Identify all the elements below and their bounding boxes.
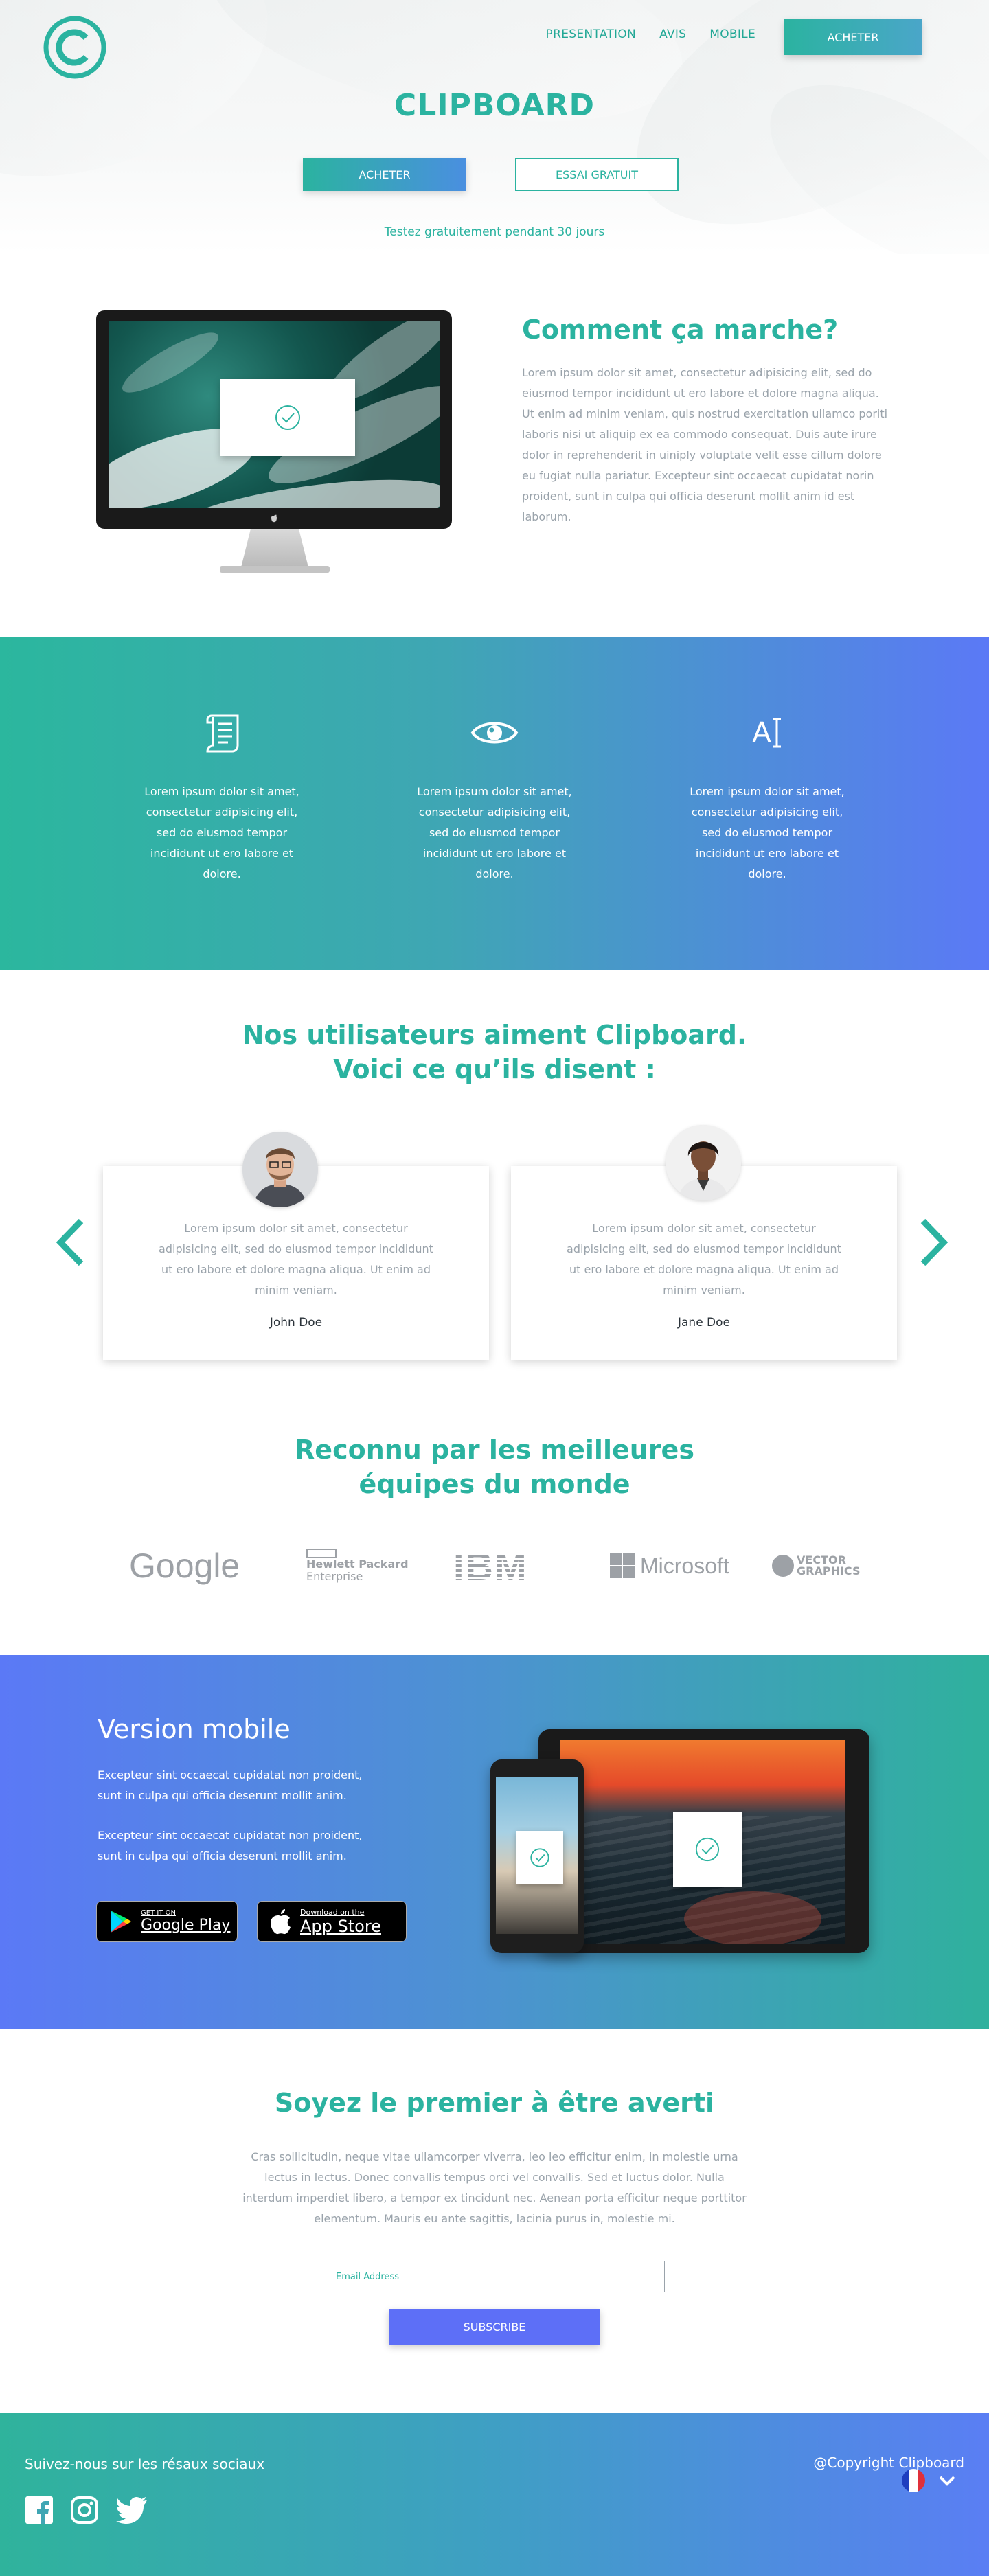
- testimonials-title: Nos utilisateurs aiment Clipboard. Voici…: [0, 1018, 989, 1086]
- facebook-icon[interactable]: [25, 2496, 54, 2524]
- monitor-base: [220, 566, 330, 573]
- email-field[interactable]: [323, 2261, 665, 2292]
- google-logo-text: Google: [129, 1547, 240, 1585]
- document-scroll-icon: [206, 714, 239, 753]
- microsoft-logo-text: Microsoft: [640, 1553, 729, 1578]
- vector-logo-line2: GRAPHICS: [797, 1564, 861, 1577]
- ibm-logo: IBM: [453, 1545, 528, 1586]
- microsoft-logo: Microsoft: [610, 1545, 729, 1586]
- hero-buy-button[interactable]: ACHETER: [303, 158, 466, 191]
- wave-foam: [115, 323, 225, 402]
- vector-graphics-logo: VECTOR GRAPHICS: [772, 1545, 860, 1586]
- hpe-logo-line2: Enterprise: [306, 1570, 363, 1583]
- twitter-icon[interactable]: [115, 2496, 148, 2524]
- i-beam-cursor-icon: [772, 718, 781, 748]
- google-play-text: Google Play: [141, 1917, 231, 1934]
- chevron-left-icon[interactable]: [54, 1218, 88, 1266]
- how-it-works-title: Comment ça marche?: [522, 315, 839, 345]
- testimonial-text: Lorem ipsum dolor sit amet, consectetur …: [159, 1222, 433, 1297]
- instagram-icon[interactable]: [70, 2496, 99, 2524]
- avatar: [242, 1132, 318, 1207]
- text-cursor-letter: A: [752, 717, 771, 749]
- testimonials-title-line1: Nos utilisateurs aiment Clipboard.: [242, 1020, 747, 1050]
- feature-text: Lorem ipsum dolor sit amet, consectetur …: [144, 785, 299, 880]
- brands-title-line1: Reconnu par les meilleures: [295, 1435, 694, 1465]
- eye-icon: [470, 722, 519, 744]
- google-play-button[interactable]: GET IT ON Google Play: [96, 1901, 238, 1942]
- ibm-logo-text: IBM: [453, 1544, 528, 1588]
- feature-item: A Lorem ipsum dolor sit amet, consectetu…: [681, 709, 853, 885]
- features-section: Lorem ipsum dolor sit amet, consectetur …: [0, 637, 989, 970]
- apple-logo-icon: [271, 514, 277, 523]
- free-trial-button[interactable]: ESSAI GRATUIT: [515, 158, 679, 191]
- brands-title: Reconnu par les meilleures équipes du mo…: [0, 1433, 989, 1501]
- feature-text: Lorem ipsum dolor sit amet, consectetur …: [690, 785, 845, 880]
- feature-item: Lorem ipsum dolor sit amet, consectetur …: [136, 709, 308, 885]
- chevron-right-icon[interactable]: [916, 1218, 951, 1266]
- testimonial-text: Lorem ipsum dolor sit amet, consectetur …: [567, 1222, 841, 1297]
- apple-logo-icon: [271, 1909, 291, 1935]
- phone-card: [516, 1831, 563, 1884]
- hpe-logo-line1: Hewlett Packard: [306, 1558, 409, 1571]
- google-logo: Google: [129, 1545, 240, 1586]
- copyright-text: @Copyright Clipboard: [813, 2454, 964, 2471]
- nav-item-avis[interactable]: AVIS: [659, 27, 686, 41]
- follow-us-text: Suivez-nous sur les résaux sociaux: [25, 2456, 265, 2472]
- monitor-illustration: [96, 310, 452, 585]
- how-it-works-text: Lorem ipsum dolor sit amet, consectetur …: [522, 366, 888, 523]
- beach-image: [496, 1777, 578, 1934]
- clipboard-logo-icon[interactable]: [43, 15, 107, 80]
- hpe-rectangle-icon: [306, 1549, 337, 1558]
- google-play-icon: [111, 1911, 131, 1933]
- mobile-title: Version mobile: [98, 1714, 291, 1744]
- nav-item-presentation[interactable]: PRESENTATION: [546, 27, 637, 41]
- sunset-image: [560, 1740, 845, 1944]
- google-play-small-text: GET IT ON: [141, 1909, 176, 1917]
- mobile-text: Excepteur sint occaecat cupidatat non pr…: [98, 1829, 363, 1862]
- hero-subtitle: Testez gratuitement pendant 30 jours: [384, 225, 605, 239]
- main-nav: PRESENTATION AVIS MOBILE: [546, 27, 755, 41]
- app-store-button[interactable]: Download on the App Store: [257, 1901, 407, 1942]
- tablet-illustration: [538, 1729, 869, 1953]
- sea-reflection: [684, 1891, 821, 1944]
- nav-item-mobile[interactable]: MOBILE: [709, 27, 755, 41]
- testimonials-title-line2: Voici ce qu’ils disent :: [333, 1054, 656, 1084]
- check-circle-icon: [275, 405, 300, 430]
- ocean-image: [109, 321, 440, 508]
- check-circle-icon: [695, 1837, 720, 1862]
- subscribe-button[interactable]: SUBSCRIBE: [389, 2309, 600, 2345]
- nav-buy-button[interactable]: ACHETER: [784, 19, 922, 55]
- hero-title: CLIPBOARD: [394, 88, 595, 123]
- hpe-logo: Hewlett Packard Enterprise: [306, 1545, 409, 1586]
- newsletter-text: Cras sollicitudin, neque vitae ullamcorp…: [242, 2150, 747, 2225]
- vector-graphics-circle-icon: [772, 1555, 794, 1577]
- tablet-card: [673, 1812, 742, 1887]
- mobile-section: Version mobile Excepteur sint occaecat c…: [0, 1655, 989, 2029]
- hero-section: PRESENTATION AVIS MOBILE ACHETER CLIPBOA…: [0, 0, 989, 254]
- brands-title-line2: équipes du monde: [359, 1469, 630, 1499]
- chevron-down-icon[interactable]: [938, 2475, 956, 2487]
- check-circle-icon: [530, 1848, 549, 1867]
- text-cursor-icon: A: [681, 709, 853, 757]
- hero-background-leaf: [192, 0, 701, 158]
- avatar-woman-icon: [666, 1125, 741, 1200]
- app-store-text: App Store: [300, 1916, 381, 1936]
- mobile-text: Excepteur sint occaecat cupidatat non pr…: [98, 1768, 363, 1802]
- testimonial-author: John Doe: [269, 1316, 323, 1330]
- feature-text: Lorem ipsum dolor sit amet, consectetur …: [417, 785, 572, 880]
- feature-item: Lorem ipsum dolor sit amet, consectetur …: [409, 709, 580, 885]
- microsoft-windows-icon: [610, 1553, 635, 1578]
- monitor-stand: [240, 529, 309, 570]
- screen-card: [220, 379, 355, 456]
- monitor-screen: [96, 310, 452, 529]
- testimonial-author: Jane Doe: [677, 1316, 731, 1330]
- phone-illustration: [490, 1759, 584, 1953]
- footer: Suivez-nous sur les résaux sociaux @Copy…: [0, 2413, 989, 2576]
- avatar-man-icon: [242, 1132, 318, 1207]
- french-flag-icon[interactable]: [901, 2468, 926, 2493]
- avatar: [666, 1125, 741, 1200]
- newsletter-title: Soyez le premier à être averti: [274, 2088, 715, 2118]
- app-store-small-text: Download on the: [300, 1907, 365, 1917]
